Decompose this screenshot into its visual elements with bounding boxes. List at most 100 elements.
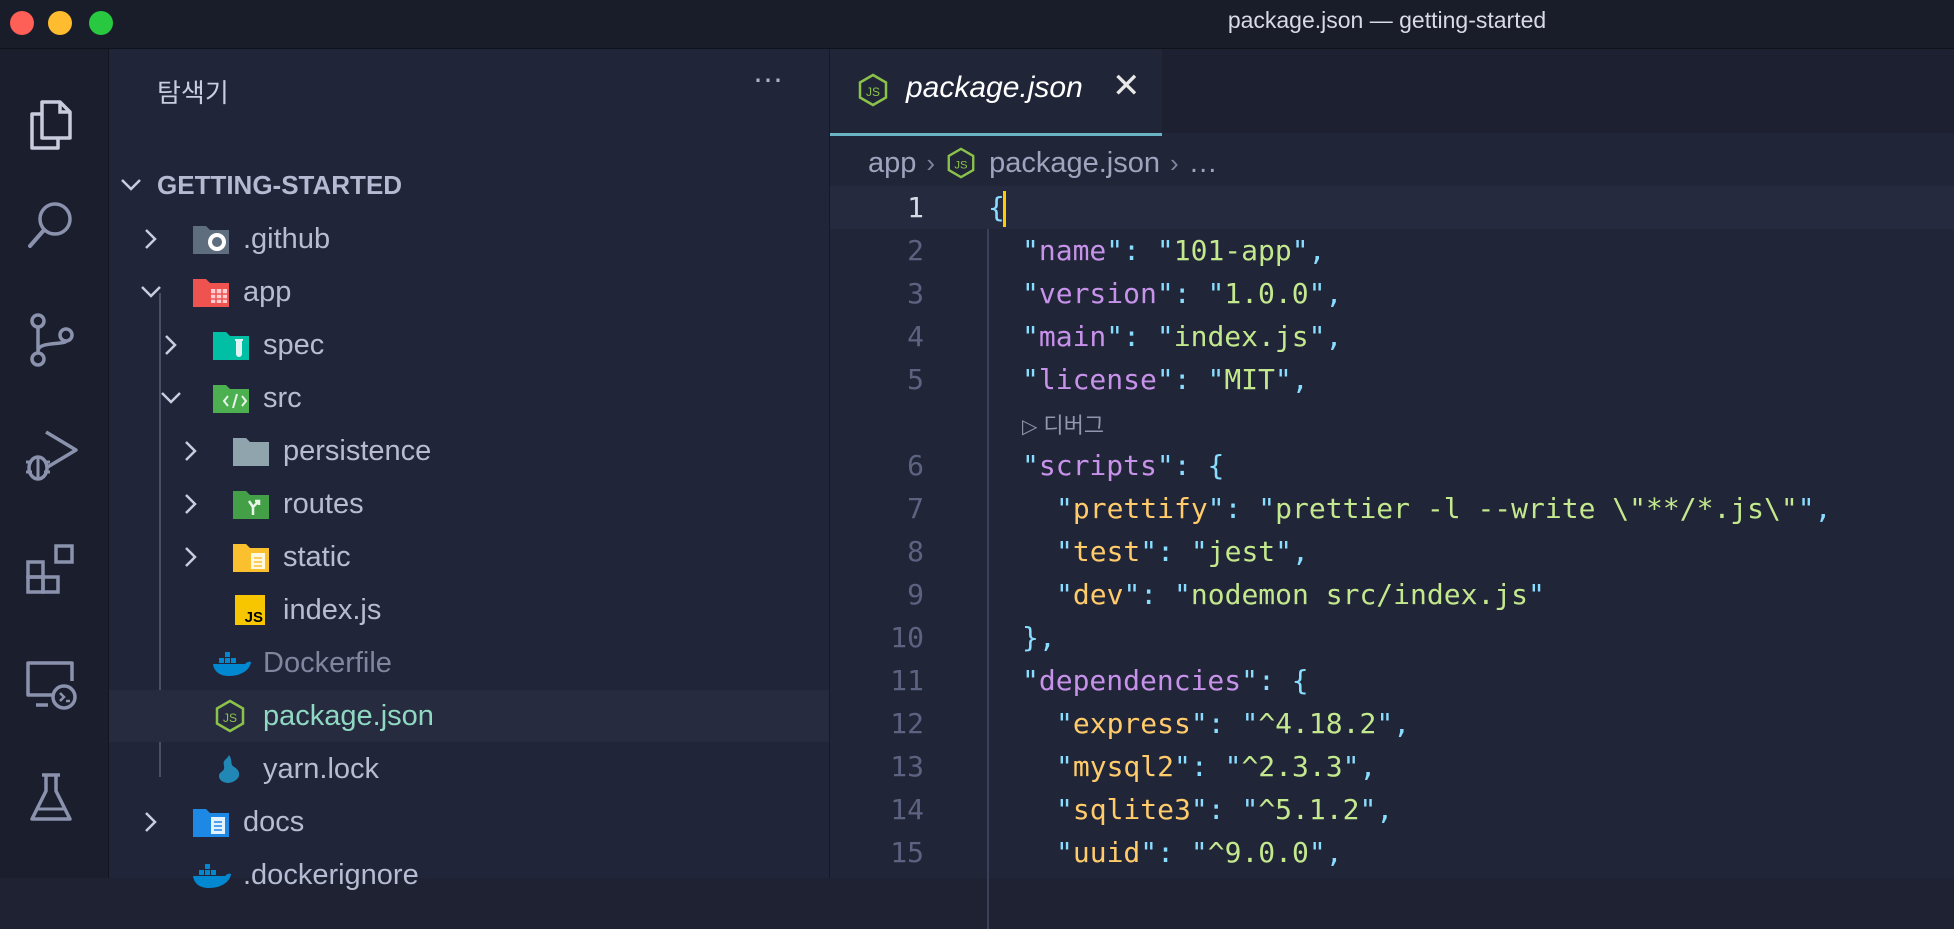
js-file-icon: JS: [235, 595, 265, 625]
svg-text:JS: JS: [245, 609, 263, 625]
yarn-icon: [219, 755, 240, 783]
line-number: 13: [890, 750, 924, 783]
tree-item-github[interactable]: .github: [109, 213, 829, 265]
breadcrumb: app › JS package.json › …: [868, 141, 1218, 185]
extensions-icon[interactable]: [18, 536, 84, 602]
folder-icon: [233, 438, 269, 466]
chevron-right-icon: [185, 441, 197, 461]
line-number: 2: [907, 234, 924, 267]
tree-item-routes[interactable]: routes: [109, 478, 829, 530]
testing-icon[interactable]: [18, 765, 84, 831]
line-number: 3: [907, 277, 924, 310]
code-line: 1 {: [830, 186, 1954, 229]
code-line: 14 "sqlite3": "^5.1.2",: [830, 788, 1954, 831]
line-number: 6: [907, 449, 924, 482]
github-folder-icon: [193, 226, 229, 254]
remote-explorer-icon[interactable]: [18, 651, 84, 717]
debug-codelens[interactable]: ▷ 디버그: [1022, 408, 1104, 440]
tree-item-persistence[interactable]: persistence: [109, 425, 829, 477]
window-title: package.json — getting-started: [1227, 7, 1547, 33]
tree-item-label: Dockerfile: [263, 646, 392, 679]
tree-item-app[interactable]: app: [109, 266, 829, 318]
tree-item-label: static: [283, 540, 351, 573]
close-tab-button[interactable]: ✕: [1112, 66, 1141, 106]
static-folder-icon: [233, 544, 269, 572]
search-icon[interactable]: [18, 192, 84, 258]
code-line: 5 "license": "MIT",: [830, 358, 1954, 401]
tree-item-static[interactable]: static: [109, 531, 829, 583]
code-line: 12 "express": "^4.18.2",: [830, 702, 1954, 745]
title-bar: package.json — getting-started: [0, 0, 1954, 49]
line-number: 10: [890, 621, 924, 654]
tree-item-label: docs: [243, 805, 305, 838]
chevron-right-icon: ›: [1169, 147, 1179, 178]
tree-item-label: src: [263, 381, 302, 414]
docker-icon: [213, 652, 251, 676]
tree-item-yarn-lock[interactable]: yarn.lock: [109, 743, 829, 795]
line-number: 14: [890, 793, 924, 826]
chevron-right-icon: [145, 229, 157, 249]
tree-item-label: app: [243, 275, 292, 308]
line-number: 7: [907, 492, 924, 525]
nodejs-icon: JS: [947, 147, 975, 179]
play-icon: ▷: [1022, 416, 1038, 438]
run-debug-icon[interactable]: [18, 422, 84, 488]
tree-item-dockerignore[interactable]: .dockerignore: [109, 849, 829, 901]
breadcrumb-symbol[interactable]: …: [1189, 147, 1218, 180]
docs-folder-icon: [193, 809, 229, 837]
nodejs-icon: JS: [215, 699, 245, 733]
code-line: 8 "test": "jest",: [830, 530, 1954, 573]
chevron-down-icon: [141, 286, 161, 298]
docker-icon: [193, 864, 231, 888]
tree-item-label: spec: [263, 328, 325, 361]
test-folder-icon: [213, 332, 249, 360]
tree-item-label: .dockerignore: [243, 858, 419, 891]
line-number: 12: [890, 707, 924, 740]
tab-label: package.json: [906, 71, 1083, 104]
chevron-right-icon: ›: [926, 147, 936, 178]
tree-item-docs[interactable]: docs: [109, 796, 829, 848]
code-line: 11 "dependencies": {: [830, 659, 1954, 702]
editor-pane: JS package.json ✕ app › JS package.json …: [830, 49, 1954, 929]
line-number: 4: [907, 320, 924, 353]
routes-folder-icon: [233, 491, 269, 519]
line-number: 8: [907, 535, 924, 568]
tree-item-package-json[interactable]: JS package.json: [109, 690, 829, 742]
code-line: 3 "version": "1.0.0",: [830, 272, 1954, 315]
code-line: 9 "dev": "nodemon src/index.js": [830, 573, 1954, 616]
tree-item-label: yarn.lock: [263, 752, 380, 785]
breadcrumb-file[interactable]: package.json: [989, 147, 1160, 180]
more-actions-button[interactable]: ⋯: [753, 63, 785, 98]
tree-item-src[interactable]: src: [109, 372, 829, 424]
breadcrumb-folder[interactable]: app: [868, 147, 916, 180]
tree-item-label: routes: [283, 487, 364, 520]
tree-item-spec[interactable]: spec: [109, 319, 829, 371]
line-number: 11: [890, 664, 924, 697]
svg-text:JS: JS: [866, 85, 880, 99]
chevron-right-icon: [185, 494, 197, 514]
code-line: 4 "main": "index.js",: [830, 315, 1954, 358]
svg-text:JS: JS: [954, 160, 967, 172]
line-number: 1: [907, 191, 924, 224]
tree-item-label: persistence: [283, 434, 432, 467]
nodejs-icon: JS: [858, 73, 888, 107]
project-name: GETTING-STARTED: [157, 169, 403, 200]
tab-package-json[interactable]: JS package.json ✕: [830, 49, 1162, 136]
project-header[interactable]: GETTING-STARTED: [109, 159, 829, 211]
source-control-icon[interactable]: [18, 307, 84, 373]
code-line: 6 "scripts": {: [830, 444, 1954, 487]
code-line: 15 "uuid": "^9.0.0",: [830, 831, 1954, 874]
src-folder-icon: [213, 385, 249, 413]
code-line: 7 "prettify": "prettier -l --write \"**/…: [830, 487, 1954, 530]
svg-text:JS: JS: [223, 711, 237, 725]
tree-item-index-js[interactable]: JS index.js: [109, 584, 829, 636]
code-line: 2 "name": "101-app",: [830, 229, 1954, 272]
chevron-down-icon: [161, 392, 181, 404]
explorer-icon[interactable]: [18, 92, 84, 158]
tree-item-dockerfile[interactable]: Dockerfile: [109, 637, 829, 689]
code-line: 10 },: [830, 616, 1954, 659]
tab-strip: JS package.json ✕: [830, 49, 1954, 136]
code-line: 13 "mysql2": "^2.3.3",: [830, 745, 1954, 788]
app-folder-icon: [193, 279, 229, 307]
text-cursor: [1002, 191, 1006, 227]
